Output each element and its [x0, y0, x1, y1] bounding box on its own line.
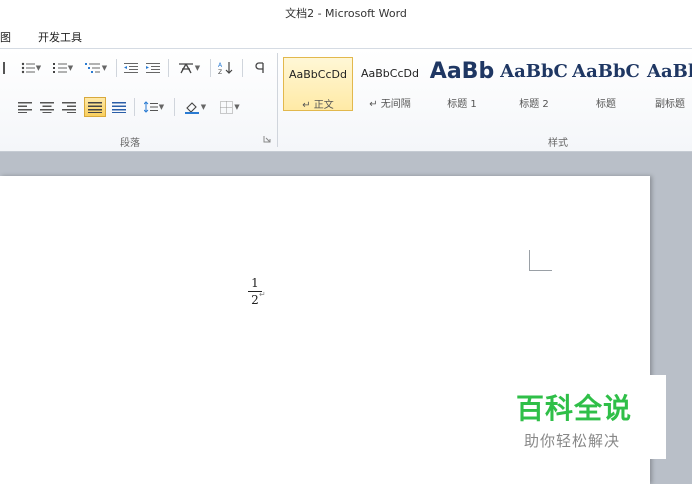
- justify-icon: [88, 102, 102, 113]
- chinese-layout-icon: [178, 63, 193, 74]
- tab-view[interactable]: 图: [0, 29, 11, 45]
- align-left-button[interactable]: [16, 98, 34, 116]
- increase-indent-icon: [146, 63, 160, 73]
- line-spacing-icon: [143, 101, 158, 113]
- paint-bucket-icon: [184, 102, 199, 114]
- watermark-subtitle: 助你轻松解决: [524, 432, 621, 450]
- chinese-layout-button[interactable]: ▼: [174, 59, 204, 77]
- decrease-indent-button[interactable]: [122, 59, 140, 77]
- sort-button[interactable]: AZ: [216, 59, 236, 77]
- line-spacing-button[interactable]: ▼: [140, 98, 168, 116]
- paragraph-group-label: 段落: [120, 138, 140, 149]
- style-name: 标题: [596, 99, 616, 110]
- paragraph-mark: ↵: [259, 290, 266, 299]
- style-name: 标题 1: [447, 99, 477, 110]
- paragraph-mark-icon: [255, 62, 264, 73]
- window-title: 文档2 - Microsoft Word: [285, 7, 407, 20]
- increase-indent-button[interactable]: [144, 59, 162, 77]
- separator: [116, 59, 117, 77]
- styles-group-label: 样式: [548, 138, 568, 149]
- style-sample: AaBbC: [500, 61, 568, 82]
- multilevel-list-icon: [84, 63, 100, 73]
- style-sample: AaBbCcDd: [361, 67, 419, 80]
- group-separator: [277, 53, 278, 147]
- decrease-indent-icon: [124, 63, 138, 73]
- style-name: 副标题: [655, 99, 685, 110]
- distributed-button[interactable]: [110, 98, 128, 116]
- distributed-icon: [112, 102, 126, 113]
- dialog-launcher-icon: [263, 136, 271, 143]
- bullets-button[interactable]: ▼: [18, 59, 44, 77]
- align-left-icon: [18, 102, 32, 113]
- separator: [242, 59, 243, 77]
- bullets-icon: [21, 62, 35, 74]
- style-heading-2[interactable]: AaBbC 标题 2: [499, 57, 569, 111]
- styles-gallery: AaBbCcDd ↵ 正文 AaBbCcDd ↵ 无间隔 AaBb 标题 1 A…: [283, 55, 692, 115]
- tab-developer[interactable]: 开发工具: [38, 29, 82, 45]
- multilevel-list-button[interactable]: ▼: [82, 59, 110, 77]
- svg-text:Z: Z: [218, 69, 222, 75]
- separator: [174, 98, 175, 116]
- ribbon-tabs: 图 开发工具: [0, 24, 692, 49]
- style-sample: AaBl: [647, 61, 692, 82]
- style-name: ↵ 无间隔: [369, 99, 411, 110]
- style-sample: AaBb: [429, 59, 495, 84]
- borders-button[interactable]: ▼: [216, 98, 244, 116]
- justify-button[interactable]: [84, 97, 106, 117]
- align-right-button[interactable]: [60, 98, 78, 116]
- margin-corner-mark: [529, 250, 552, 271]
- ribbon: ▼ ▼ ▼ ▼ AZ ▼ ▼ ▼ 段落 AaBbCcDd ↵ 正文 AaBbCc…: [0, 49, 692, 152]
- style-sample: AaBbCcDd: [289, 68, 347, 81]
- style-normal[interactable]: AaBbCcDd ↵ 正文: [283, 57, 353, 111]
- align-center-button[interactable]: [38, 98, 56, 116]
- title-bar: 文档2 - Microsoft Word: [0, 0, 692, 24]
- svg-text:A: A: [218, 62, 223, 69]
- separator: [134, 98, 135, 116]
- watermark-title: 百科全说: [516, 392, 633, 425]
- watermark-logo: 百科全说 助你轻松解决: [506, 375, 666, 459]
- shading-button[interactable]: ▼: [180, 98, 210, 116]
- align-center-icon: [40, 102, 54, 113]
- style-heading-1[interactable]: AaBb 标题 1: [427, 57, 497, 111]
- numbering-icon: [52, 63, 67, 73]
- separator: [168, 59, 169, 77]
- style-name: ↵ 正文: [302, 100, 334, 111]
- separator: [210, 59, 211, 77]
- borders-icon: [220, 100, 234, 114]
- fraction-numerator: 1: [251, 276, 259, 290]
- show-hide-marks-button[interactable]: [250, 59, 270, 77]
- style-subtitle[interactable]: AaBl 副标题: [643, 57, 692, 111]
- align-right-icon: [62, 102, 76, 113]
- paragraph-dialog-launcher[interactable]: [261, 133, 273, 145]
- style-title[interactable]: AaBbC 标题: [571, 57, 641, 111]
- style-name: 标题 2: [519, 99, 549, 110]
- sort-icon: AZ: [218, 62, 233, 75]
- style-no-spacing[interactable]: AaBbCcDd ↵ 无间隔: [355, 57, 425, 111]
- ribbon-edge-icon: [0, 59, 8, 77]
- numbering-button[interactable]: ▼: [50, 59, 76, 77]
- style-sample: AaBbC: [572, 61, 640, 82]
